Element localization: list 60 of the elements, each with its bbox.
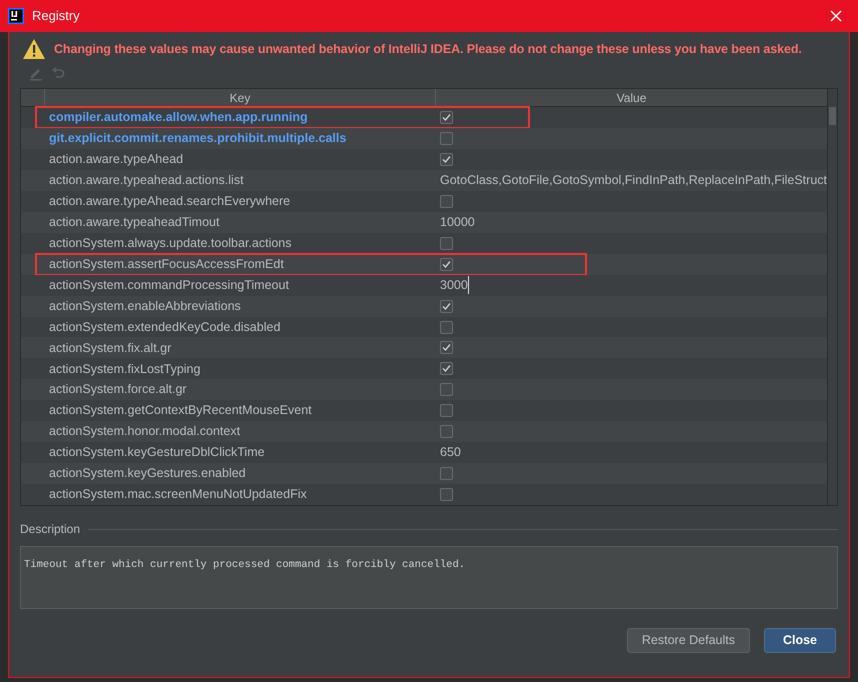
registry-key: actionSystem.fixLostTyping — [49, 362, 200, 376]
close-icon[interactable] — [830, 10, 842, 22]
registry-key: action.aware.typeaheadTimout — [49, 214, 220, 229]
scrollbar[interactable] — [827, 89, 837, 505]
section-label: Description — [20, 521, 80, 538]
checkbox[interactable] — [440, 341, 453, 354]
checkbox[interactable] — [440, 110, 453, 124]
registry-key: actionSystem.force.alt.gr — [49, 382, 187, 396]
window-title: Registry — [32, 7, 81, 26]
registry-key: action.aware.typeahead.actions.list — [49, 172, 244, 187]
table-row[interactable]: actionSystem.honor.modal.context — [21, 421, 827, 442]
checkbox[interactable] — [440, 236, 453, 250]
registry-key: actionSystem.enableAbbreviations — [49, 298, 241, 313]
registry-key: actionSystem.honor.modal.context — [49, 424, 240, 438]
registry-key: actionSystem.commandProcessingTimeout — [49, 278, 289, 292]
table-row[interactable]: actionSystem.fix.alt.gr — [21, 337, 827, 358]
checkbox[interactable] — [440, 300, 453, 313]
registry-value: 10000 — [440, 214, 475, 231]
registry-key: actionSystem.mac.screenMenuNotUpdatedFix — [49, 487, 307, 502]
column-header[interactable]: Key — [45, 89, 436, 106]
registry-key: action.aware.typeAhead — [49, 152, 184, 166]
checkbox[interactable] — [440, 404, 453, 418]
checkbox[interactable] — [440, 383, 453, 396]
registry-key: actionSystem.keyGestures.enabled — [49, 466, 246, 480]
registry-key: compiler.automake.allow.when.app.running — [49, 110, 308, 124]
close-button[interactable]: Close — [764, 628, 836, 653]
column-header[interactable]: Value — [436, 89, 827, 106]
app-logo-icon — [8, 8, 24, 24]
warning-message: Changing these values may cause unwanted behavior of IntelliJ IDEA. Please do not change these unless you have been asked. — [54, 40, 802, 58]
checkbox[interactable] — [440, 362, 453, 376]
table-row[interactable]: actionSystem.assertFocusAccessFromEdt — [21, 254, 827, 275]
checkbox[interactable] — [440, 425, 453, 438]
restore-defaults-button[interactable]: Restore Defaults — [626, 628, 750, 653]
registry-value: GotoClass,GotoFile,GotoSymbol,FindInPath,ReplaceInPath,FileStruct — [440, 172, 827, 189]
registry-key: action.aware.typeAhead.searchEverywhere — [49, 194, 290, 208]
checkbox[interactable] — [440, 467, 453, 480]
table-row[interactable]: actionSystem.force.alt.gr — [21, 379, 827, 400]
checkbox[interactable] — [440, 152, 453, 166]
checkbox[interactable] — [440, 194, 453, 208]
checkbox[interactable] — [440, 258, 453, 271]
table-row[interactable]: actionSystem.keyGestures.enabled — [21, 463, 827, 484]
registry-key: actionSystem.getContextByRecentMouseEvent — [49, 403, 312, 418]
registry-key: actionSystem.always.update.toolbar.actions — [49, 236, 292, 250]
table-row[interactable]: actionSystem.enableAbbreviations — [21, 296, 827, 317]
warning-icon — [22, 38, 46, 60]
registry-key: git.explicit.commit.renames.prohibit.multiple.calls — [49, 131, 346, 146]
table-row[interactable]: git.explicit.commit.renames.prohibit.multiple.calls — [21, 128, 827, 149]
table-row[interactable]: action.aware.typeaheadTimout 10000 — [21, 212, 827, 233]
description-text: Timeout after which currently processed command is forcibly cancelled. — [24, 559, 466, 571]
checkbox[interactable] — [440, 320, 453, 334]
table-row[interactable]: actionSystem.extendedKeyCode.disabled — [21, 316, 827, 338]
registry-key: actionSystem.assertFocusAccessFromEdt — [49, 256, 284, 271]
table-row[interactable]: action.aware.typeahead.actions.list GotoClass,GotoFile,GotoSymbol,FindInPath,ReplaceInPath,FileStruct — [21, 170, 827, 191]
registry-value: 650 — [440, 444, 461, 462]
registry-key: actionSystem.extendedKeyCode.disabled — [49, 320, 280, 334]
registry-key: actionSystem.keyGestureDblClickTime — [49, 445, 265, 460]
checkbox[interactable] — [440, 488, 453, 502]
checkbox[interactable] — [440, 132, 453, 145]
registry-key: actionSystem.fix.alt.gr — [49, 340, 172, 355]
value-input[interactable]: 3000 — [440, 276, 469, 294]
